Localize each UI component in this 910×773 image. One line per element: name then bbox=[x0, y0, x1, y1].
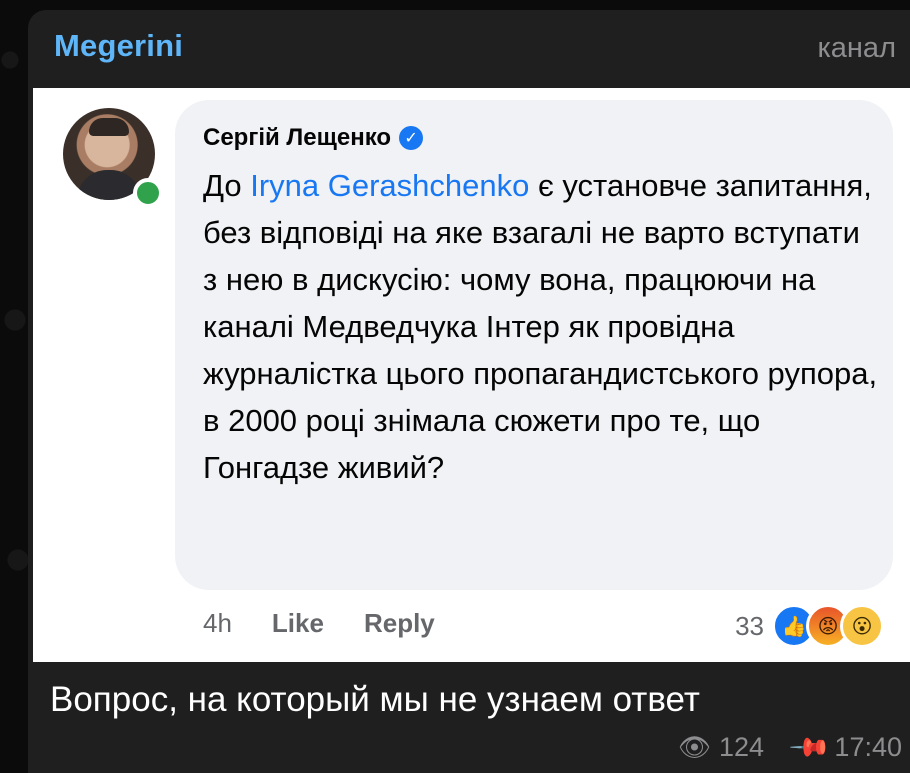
message-meta: 👁 124 📌 17:40 bbox=[677, 725, 902, 769]
reactions: 33 👍 😡 😮 bbox=[735, 604, 884, 648]
views-count: 124 bbox=[718, 732, 765, 762]
avatar-hair bbox=[89, 118, 129, 136]
comment-text: До Iryna Gerashchenko є установче запита… bbox=[203, 162, 879, 491]
verified-icon: ✓ bbox=[399, 126, 424, 150]
wow-icon: 😮 bbox=[840, 604, 884, 648]
like-action: Like bbox=[271, 608, 324, 638]
message-bubble[interactable]: Megerini канал Сергій Лещенко ✓ До Iryna… bbox=[28, 10, 910, 773]
pin-icon: 📌 bbox=[788, 725, 833, 770]
comment-author: Сергій Лещенко bbox=[203, 124, 392, 151]
comment-bubble: Сергій Лещенко ✓ До Iryna Gerashchenko є… bbox=[175, 100, 893, 590]
avatar-shirt bbox=[77, 170, 141, 200]
comment-text-after: є установче запитання, без відповіді на … bbox=[203, 168, 878, 485]
reaction-count: 33 bbox=[735, 610, 764, 641]
online-status-icon bbox=[133, 178, 163, 208]
comment-time: 4h bbox=[203, 608, 232, 638]
channel-tag: канал bbox=[817, 32, 896, 64]
author-row: Сергій Лещенко ✓ bbox=[203, 124, 424, 152]
reply-action: Reply bbox=[363, 608, 435, 638]
comment-mention: Iryna Gerashchenko bbox=[250, 168, 530, 203]
post-image[interactable]: Сергій Лещенко ✓ До Iryna Gerashchenko є… bbox=[33, 88, 910, 662]
message-caption: Вопрос, на который мы не узнаем ответ bbox=[50, 680, 700, 719]
comment-actions: 4h Like Reply bbox=[203, 608, 435, 639]
channel-name[interactable]: Megerini bbox=[54, 28, 183, 64]
comment-text-before: До bbox=[203, 168, 251, 203]
views-icon: 👁 bbox=[677, 732, 711, 762]
message-time: 17:40 bbox=[834, 732, 902, 762]
